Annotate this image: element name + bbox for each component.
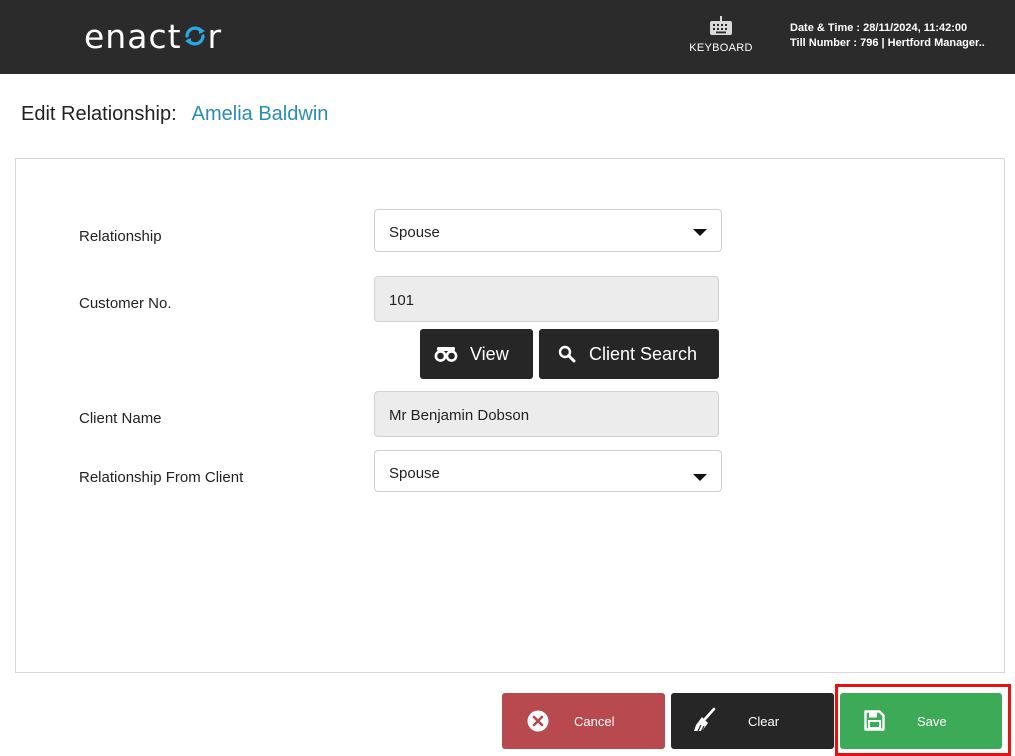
relationship-from-client-select[interactable]: Spouse bbox=[374, 450, 722, 492]
page-title-label: Edit Relationship: bbox=[21, 103, 177, 125]
view-label: View bbox=[470, 344, 509, 364]
customer-no-field[interactable]: 101 bbox=[374, 276, 719, 322]
keyboard-button[interactable]: KEYBOARD bbox=[684, 12, 758, 66]
cancel-button[interactable]: Cancel bbox=[502, 693, 665, 749]
view-button[interactable]: View bbox=[420, 329, 533, 379]
till-info-text: Till Number : 796 | Hertford Manager.. bbox=[790, 37, 985, 49]
broom-icon bbox=[694, 707, 716, 732]
logo-refresh-icon bbox=[183, 24, 207, 48]
client-name-value: Mr Benjamin Dobson bbox=[389, 407, 530, 424]
keyboard-icon bbox=[710, 16, 732, 35]
relationship-from-client-value: Spouse bbox=[389, 465, 440, 482]
customer-no-label: Customer No. bbox=[79, 295, 172, 312]
search-icon bbox=[558, 345, 576, 363]
logo-text-start: enact bbox=[84, 16, 182, 56]
client-name-field[interactable]: Mr Benjamin Dobson bbox=[374, 391, 719, 437]
cancel-label: Cancel bbox=[574, 714, 615, 729]
enactor-logo: enact r bbox=[84, 14, 222, 58]
session-info: Date & Time : 28/11/2024, 11:42:00 Till … bbox=[790, 21, 985, 51]
customer-name: Amelia Baldwin bbox=[191, 103, 329, 125]
logo-text-end: r bbox=[207, 16, 223, 56]
chevron-down-icon bbox=[693, 474, 707, 481]
close-circle-icon bbox=[527, 710, 549, 732]
relationship-value: Spouse bbox=[389, 224, 440, 241]
client-name-label: Client Name bbox=[79, 410, 162, 427]
relationship-select[interactable]: Spouse bbox=[374, 209, 722, 252]
clear-label: Clear bbox=[748, 714, 780, 729]
save-highlight-frame bbox=[835, 684, 1011, 756]
clear-button[interactable]: Clear bbox=[671, 693, 834, 749]
page-title: Edit Relationship: Amelia Baldwin bbox=[21, 103, 328, 126]
relationship-from-client-label: Relationship From Client bbox=[79, 469, 244, 486]
customer-no-value: 101 bbox=[389, 292, 415, 309]
date-time-text: Date & Time : 28/11/2024, 11:42:00 bbox=[790, 22, 968, 34]
client-search-label: Client Search bbox=[589, 344, 698, 364]
binoculars-icon bbox=[434, 347, 458, 362]
keyboard-label: KEYBOARD bbox=[689, 42, 753, 54]
chevron-down-icon bbox=[693, 229, 707, 236]
relationship-label: Relationship bbox=[79, 228, 162, 245]
client-search-button[interactable]: Client Search bbox=[539, 329, 719, 379]
top-bar: enact r KEYBOARD Date & Time : 28/11/202… bbox=[0, 0, 1015, 74]
